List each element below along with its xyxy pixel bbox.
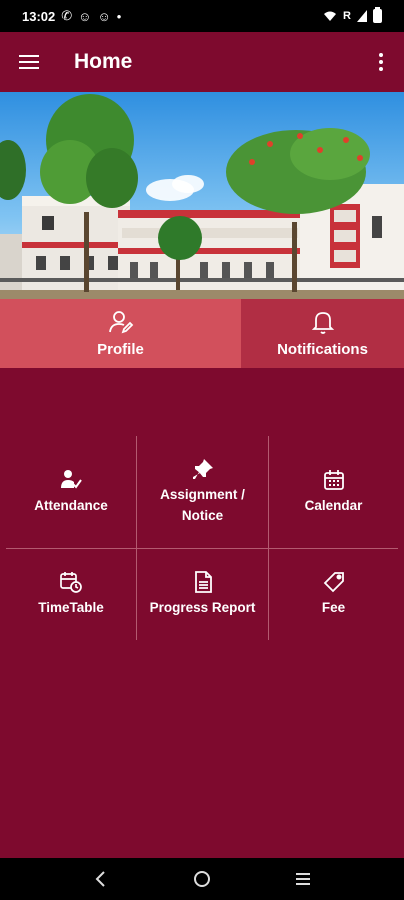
tag-icon [323,572,344,593]
more-vertical-icon[interactable] [358,32,404,92]
assignment-label: Assignment / [160,487,245,502]
whatsapp-icon: ✆ [61,8,73,23]
school-banner-image [0,92,404,299]
progress-report-label: Progress Report [149,600,256,615]
wifi-icon [324,11,337,21]
tab-profile[interactable]: Profile [0,299,241,368]
network-label: R [343,10,351,22]
recents-icon[interactable] [292,868,314,890]
fee-button[interactable]: Fee [269,549,398,640]
pushpin-icon [192,459,213,479]
fee-label: Fee [321,600,346,615]
system-nav-bar [0,858,404,900]
calendar-button[interactable]: Calendar [269,436,398,548]
tab-profile-label: Profile [97,341,144,358]
progress-report-button[interactable]: Progress Report [137,549,268,640]
tab-notifications[interactable]: Notifications [241,299,404,368]
calendar-icon [323,469,344,490]
notice-label: Notice [181,508,224,523]
hamburger-menu-icon[interactable] [0,32,58,92]
menu-grid: Attendance Assignment / Notice Calendar [6,436,398,640]
attendance-label: Attendance [34,497,108,513]
back-icon[interactable] [90,868,112,890]
main-content: Attendance Assignment / Notice Calendar [0,368,404,858]
timetable-label: TimeTable [38,600,104,615]
calendar-clock-icon [60,572,82,593]
status-bar: 13:02 ✆ ☺ ☺ • R [0,0,404,32]
user-check-icon [61,469,82,489]
user-edit-icon [108,311,133,334]
battery-icon [373,7,382,23]
tab-notifications-label: Notifications [277,341,368,358]
assignment-notice-button[interactable]: Assignment / Notice [137,436,268,548]
bell-icon [311,312,334,334]
calendar-label: Calendar [304,497,363,513]
page-title: Home [74,50,133,73]
app-bar: Home [0,32,404,92]
emoji-icon: ☺ [97,8,111,24]
top-tabs: Profile Notifications [0,299,404,368]
signal-icon [357,10,367,22]
timetable-button[interactable]: TimeTable [6,549,136,640]
status-time: 13:02 [22,8,56,24]
dot-icon: • [116,8,122,24]
home-icon[interactable] [191,868,213,890]
emoji-icon: ☺ [78,8,92,24]
attendance-button[interactable]: Attendance [6,436,136,548]
document-icon [194,571,212,593]
